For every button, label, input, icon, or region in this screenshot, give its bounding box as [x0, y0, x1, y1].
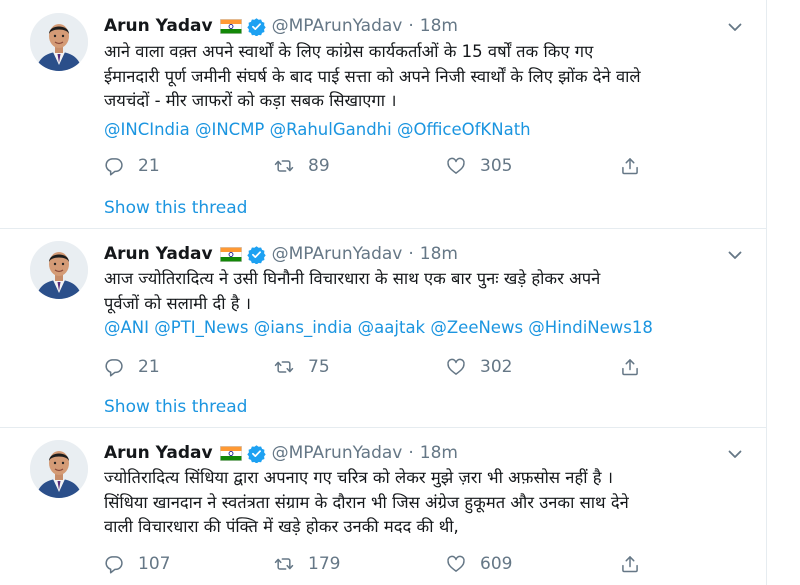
heart-icon — [446, 554, 466, 574]
avatar[interactable] — [30, 440, 88, 498]
show-thread-link[interactable]: Show this thread — [104, 198, 247, 218]
tweet-text-line: आज ज्योतिरादित्य ने उसी घिनौनी विचारधारा… — [104, 269, 601, 288]
author-handle[interactable]: @MPArunYadav — [272, 443, 403, 463]
heart-icon — [446, 357, 466, 377]
tweet-header: Arun Yadav @MPArunYadav · 18m — [104, 242, 458, 266]
reply-button[interactable]: 21 — [104, 354, 160, 380]
reply-icon — [104, 156, 124, 176]
share-icon — [620, 554, 640, 574]
tweet-text-line: जयचंदों - मीर जाफरों को कड़ा सबक सिखाएगा… — [104, 91, 397, 110]
tweet-text: ज्योतिरादित्य सिंधिया द्वारा अपनाए गए चर… — [104, 466, 629, 540]
separator-dot: · — [408, 16, 414, 36]
author-name[interactable]: Arun Yadav — [104, 16, 213, 36]
tweet-text: आने वाला वक़्त अपने स्वार्थों के लिए कां… — [104, 40, 641, 114]
timeline-feed: Arun Yadav @MPArunYadav · 18m आने वाला व… — [0, 0, 767, 585]
reply-button[interactable]: 107 — [104, 551, 170, 577]
tweet-actions: 107 179 609 — [104, 551, 644, 577]
page-margin — [767, 0, 800, 585]
like-count: 305 — [480, 156, 513, 176]
india-flag-icon — [220, 446, 242, 461]
tweet-text: आज ज्योतिरादित्य ने उसी घिनौनी विचारधारा… — [104, 267, 600, 316]
verified-badge-icon — [247, 245, 266, 264]
tweet-text-line: ज्योतिरादित्य सिंधिया द्वारा अपनाए गए चर… — [104, 468, 613, 487]
tweet[interactable]: Arun Yadav @MPArunYadav · 18m आने वाला व… — [0, 0, 766, 229]
like-count: 302 — [480, 357, 513, 377]
verified-badge-icon — [247, 444, 266, 463]
heart-icon — [446, 156, 466, 176]
india-flag-icon — [220, 19, 242, 34]
tweet[interactable]: Arun Yadav @MPArunYadav · 18m आज ज्योतिर… — [0, 228, 766, 428]
reply-count: 107 — [138, 554, 171, 574]
mention-links[interactable]: @ANI @PTI_News @ians_india @aajtak @ZeeN… — [104, 318, 653, 337]
tweet-text-line: वाली विचारधारा की पंक्ति में खड़े होकर उ… — [104, 517, 459, 536]
reply-icon — [104, 554, 124, 574]
retweet-button[interactable]: 89 — [274, 153, 330, 179]
tweet-text-line: आने वाला वक़्त अपने स्वार्थों के लिए कां… — [104, 42, 594, 61]
author-handle[interactable]: @MPArunYadav — [272, 16, 403, 36]
chevron-down-icon[interactable] — [726, 18, 744, 36]
like-count: 609 — [480, 554, 513, 574]
tweet-timestamp[interactable]: 18m — [420, 244, 458, 264]
mention-links[interactable]: @INCIndia @INCMP @RahulGandhi @OfficeOfK… — [104, 120, 531, 139]
author-name[interactable]: Arun Yadav — [104, 443, 213, 463]
reply-count: 21 — [138, 156, 160, 176]
tweet-header: Arun Yadav @MPArunYadav · 18m — [104, 14, 458, 38]
tweet-text-line: सिंधिया खानदान ने स्वतंत्रता संग्राम के … — [104, 492, 629, 512]
like-button[interactable]: 302 — [446, 354, 512, 380]
retweet-icon — [274, 156, 294, 176]
retweet-count: 75 — [308, 357, 330, 377]
retweet-button[interactable]: 179 — [274, 551, 340, 577]
tweet-text-line: ईमानदारी पूर्ण जमीनी संघर्ष के बाद पाई स… — [104, 66, 641, 86]
separator-dot: · — [408, 244, 414, 264]
avatar[interactable] — [30, 13, 88, 71]
retweet-count: 89 — [308, 156, 330, 176]
share-button[interactable] — [620, 153, 654, 179]
chevron-down-icon[interactable] — [726, 246, 744, 264]
tweet[interactable]: Arun Yadav @MPArunYadav · 18m ज्योतिरादि… — [0, 427, 766, 585]
author-handle[interactable]: @MPArunYadav — [272, 244, 403, 264]
reply-button[interactable]: 21 — [104, 153, 160, 179]
tweet-header: Arun Yadav @MPArunYadav · 18m — [104, 441, 458, 465]
verified-badge-icon — [247, 17, 266, 36]
tweet-timestamp[interactable]: 18m — [420, 16, 458, 36]
separator-dot: · — [408, 443, 414, 463]
like-button[interactable]: 305 — [446, 153, 512, 179]
retweet-icon — [274, 357, 294, 377]
india-flag-icon — [220, 247, 242, 262]
reply-icon — [104, 357, 124, 377]
tweet-actions: 21 89 305 — [104, 153, 644, 179]
retweet-count: 179 — [308, 554, 341, 574]
share-button[interactable] — [620, 551, 654, 577]
show-thread-link[interactable]: Show this thread — [104, 397, 247, 417]
tweet-text-line: पूर्वजों को सलामी दी है । — [104, 293, 252, 313]
like-button[interactable]: 609 — [446, 551, 512, 577]
share-icon — [620, 156, 640, 176]
author-name[interactable]: Arun Yadav — [104, 244, 213, 264]
retweet-icon — [274, 554, 294, 574]
share-icon — [620, 357, 640, 377]
share-button[interactable] — [620, 354, 654, 380]
avatar[interactable] — [30, 241, 88, 299]
tweet-actions: 21 75 302 — [104, 354, 644, 380]
reply-count: 21 — [138, 357, 160, 377]
retweet-button[interactable]: 75 — [274, 354, 330, 380]
tweet-timestamp[interactable]: 18m — [420, 443, 458, 463]
chevron-down-icon[interactable] — [726, 445, 744, 463]
